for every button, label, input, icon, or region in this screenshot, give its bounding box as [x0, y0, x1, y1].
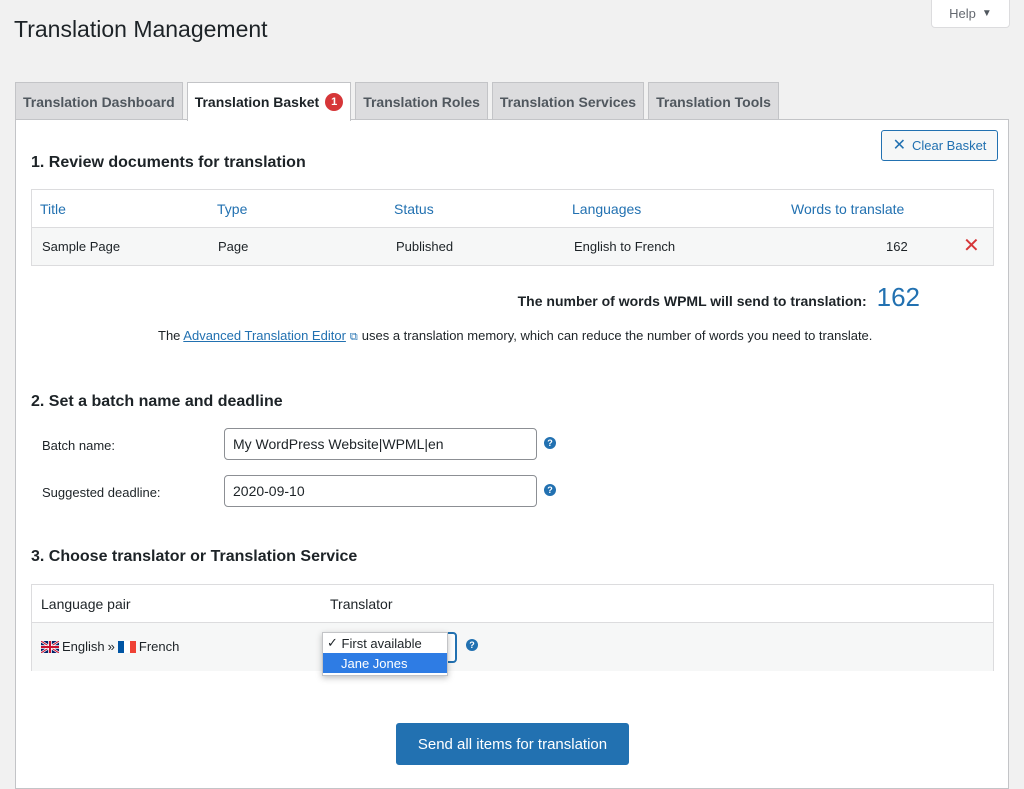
cell-type: Page [218, 239, 249, 254]
tab-translation-basket[interactable]: Translation Basket 1 [186, 82, 352, 121]
remove-icon[interactable]: ✕ [963, 233, 980, 258]
help-button[interactable]: Help ▼ [931, 0, 1010, 28]
section-review-heading: 1. Review documents for translation [31, 154, 306, 171]
basket-count-badge: 1 [325, 93, 344, 111]
documents-table: Title Type Status Languages Words to tra… [31, 189, 994, 266]
language-pair: English » French [41, 639, 179, 654]
french-flag-icon [117, 640, 136, 653]
table-row: English » French ? [32, 623, 993, 671]
checkmark-icon: ✓ [327, 635, 338, 650]
cell-title: Sample Page [42, 239, 121, 254]
word-count-summary: The number of words WPML will send to tr… [518, 282, 920, 313]
column-status[interactable]: Status [394, 201, 434, 217]
tab-translation-tools[interactable]: Translation Tools [648, 82, 779, 120]
close-icon: ✕ [892, 136, 906, 154]
table-row: Sample Page Page Published English to Fr… [32, 228, 993, 265]
option-first-available[interactable]: ✓ First available [323, 633, 447, 653]
section-batch-heading: 2. Set a batch name and deadline [31, 393, 283, 410]
basket-panel: ✕ Clear Basket 1. Review documents for t… [15, 119, 1009, 789]
tab-translation-dashboard[interactable]: Translation Dashboard [15, 82, 183, 120]
nav-tabs: Translation Dashboard Translation Basket… [15, 82, 783, 121]
help-icon[interactable]: ? [544, 484, 556, 496]
column-title[interactable]: Title [40, 201, 66, 217]
cell-languages: English to French [574, 239, 676, 254]
source-language: English [62, 639, 105, 654]
translator-table-header: Language pair Translator [32, 585, 993, 623]
word-count-label: The number of words WPML will send to tr… [517, 293, 867, 309]
batch-name-label: Batch name: [42, 438, 115, 453]
ate-info: The Advanced Translation Editor ⧉ uses a t… [158, 328, 873, 343]
translator-table: Language pair Translator English » Frenc… [31, 584, 994, 671]
column-words[interactable]: Words to translate [791, 201, 904, 217]
option-jane-jones[interactable]: Jane Jones [323, 653, 447, 673]
external-link-icon: ⧉ [349, 331, 358, 343]
deadline-input[interactable] [224, 475, 537, 507]
column-language-pair: Language pair [41, 596, 131, 612]
batch-name-input[interactable] [224, 428, 537, 460]
page-title: Translation Management [14, 16, 268, 42]
clear-basket-button[interactable]: ✕ Clear Basket [881, 130, 998, 161]
word-count-value: 162 [876, 282, 920, 312]
column-languages[interactable]: Languages [572, 201, 641, 217]
tab-translation-services[interactable]: Translation Services [491, 82, 645, 120]
language-separator: » [107, 639, 115, 654]
deadline-label: Suggested deadline: [42, 485, 161, 500]
documents-table-header: Title Type Status Languages Words to tra… [32, 190, 993, 228]
section-translator-heading: 3. Choose translator or Translation Serv… [31, 548, 358, 565]
translator-dropdown: ✓ First available Jane Jones [322, 632, 448, 676]
advanced-translation-editor-link[interactable]: Advanced Translation Editor [183, 328, 346, 343]
column-translator: Translator [330, 596, 393, 612]
help-label: Help [949, 6, 976, 21]
uk-flag-icon [41, 640, 59, 653]
caret-down-icon: ▼ [981, 8, 992, 19]
clear-basket-label: Clear Basket [911, 138, 987, 153]
column-type[interactable]: Type [217, 201, 247, 217]
help-icon[interactable]: ? [544, 437, 556, 449]
cell-status: Published [396, 239, 454, 254]
tab-translation-roles[interactable]: Translation Roles [355, 82, 488, 120]
help-icon[interactable]: ? [466, 639, 478, 651]
target-language: French [138, 639, 180, 654]
send-for-translation-button[interactable]: Send all items for translation [396, 723, 629, 765]
cell-words: 162 [886, 239, 908, 254]
